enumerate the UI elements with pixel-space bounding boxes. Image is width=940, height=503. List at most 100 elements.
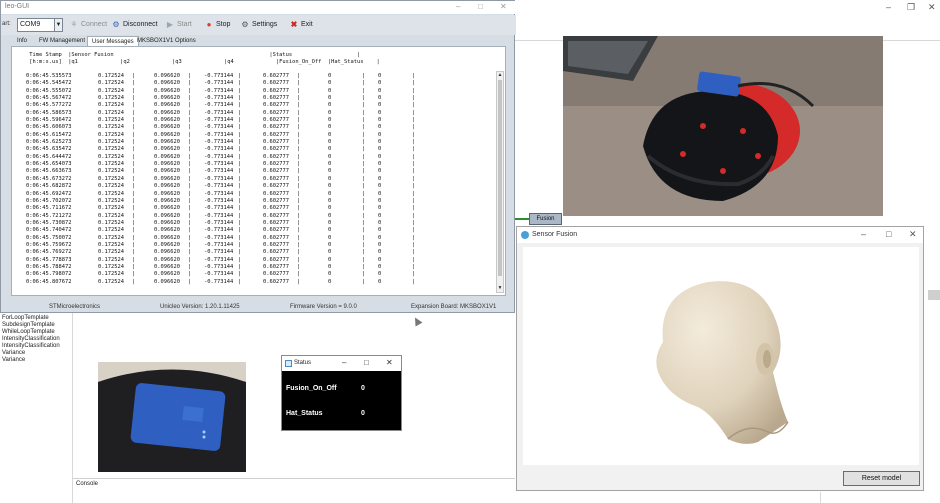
table-row: 0:06:45.682872 0.172524 | 0.096620 | -0.77314… bbox=[26, 183, 496, 190]
table-cell: 0 bbox=[328, 205, 332, 212]
minimize-icon[interactable]: – bbox=[342, 358, 346, 367]
table-cell: 0 bbox=[328, 190, 332, 197]
column-separator: | bbox=[188, 256, 192, 263]
button-label: Connect bbox=[81, 21, 108, 28]
device-image bbox=[98, 362, 246, 472]
table-cell: 0:06:45.663673 bbox=[26, 168, 72, 175]
maximize-icon[interactable]: □ bbox=[886, 229, 891, 239]
tree-item[interactable]: SubdesignTemplate bbox=[2, 322, 72, 329]
close-icon[interactable]: ✕ bbox=[500, 2, 507, 11]
column-separator: | bbox=[297, 102, 301, 109]
scroll-thumb[interactable] bbox=[498, 80, 502, 276]
scroll-down-icon[interactable]: ▼ bbox=[497, 285, 503, 292]
fusion-node[interactable]: Fusion bbox=[529, 213, 562, 225]
table-cell: 0 bbox=[378, 168, 382, 175]
table-cell: 0.602777 bbox=[263, 87, 289, 94]
column-separator: | bbox=[362, 197, 366, 204]
column-separator: | bbox=[238, 161, 242, 168]
connect-button[interactable]: ⚘ Connect bbox=[67, 17, 107, 33]
minimize-icon[interactable]: – bbox=[886, 2, 891, 12]
tab-info[interactable]: Info bbox=[13, 36, 31, 46]
table-cell: 0.096620 bbox=[154, 256, 180, 263]
table-cell: 0.602777 bbox=[263, 263, 289, 270]
app-icon bbox=[521, 231, 529, 239]
tree-item[interactable]: WhileLoopTemplate bbox=[2, 329, 72, 336]
table-cell: 0 bbox=[378, 175, 382, 182]
table-cell: 0.096620 bbox=[154, 183, 180, 190]
console-label[interactable]: Console bbox=[76, 481, 98, 487]
stop-button[interactable]: ● Stop bbox=[202, 17, 231, 33]
column-separator: | bbox=[297, 278, 301, 285]
chevron-down-icon[interactable]: ▼ bbox=[54, 19, 62, 31]
table-cell: 0 bbox=[378, 212, 382, 219]
table-cell: 0.096620 bbox=[154, 161, 180, 168]
3d-model-view[interactable] bbox=[523, 247, 919, 465]
table-row: 0:06:45.740472 0.172524 | 0.096620 | -0.77314… bbox=[26, 227, 496, 234]
table-cell: 0:06:45.798072 bbox=[26, 271, 72, 278]
column-separator: | bbox=[412, 241, 416, 248]
column-separator: | bbox=[188, 271, 192, 278]
table-cell: -0.773144 bbox=[204, 241, 234, 248]
tree-item[interactable]: Variance bbox=[2, 357, 72, 364]
gui-titlebar: leo-GUI – □ ✕ bbox=[1, 1, 516, 14]
restore-icon[interactable]: ❐ bbox=[907, 2, 915, 13]
divider bbox=[72, 313, 73, 503]
table-cell: 0 bbox=[328, 271, 332, 278]
fusion-on-off-label: Fusion_On_Off bbox=[286, 385, 337, 392]
tree-item[interactable]: Variance bbox=[2, 350, 72, 357]
table-cell: 0.096620 bbox=[154, 153, 180, 160]
table-cell: 0 bbox=[328, 117, 332, 124]
table-cell: 0.172524 bbox=[98, 117, 124, 124]
settings-button[interactable]: ⚙ Settings bbox=[238, 17, 277, 33]
tree-item[interactable]: IntensityClassification bbox=[2, 343, 72, 350]
column-separator: | bbox=[362, 278, 366, 285]
column-separator: | bbox=[412, 139, 416, 146]
column-separator: | bbox=[362, 190, 366, 197]
table-cell: 0 bbox=[328, 263, 332, 270]
disconnect-button[interactable]: ⚙ Disconnect bbox=[109, 17, 157, 33]
tree-item[interactable]: IntensityClassification bbox=[2, 336, 72, 343]
maximize-icon[interactable]: □ bbox=[478, 2, 483, 11]
column-separator: | bbox=[412, 249, 416, 256]
column-separator: | bbox=[362, 161, 366, 168]
table-cell: 0 bbox=[378, 95, 382, 102]
close-icon[interactable]: ✕ bbox=[909, 229, 917, 240]
scroll-up-icon[interactable]: ▲ bbox=[497, 72, 503, 79]
column-separator: | bbox=[362, 153, 366, 160]
minimize-icon[interactable]: – bbox=[861, 229, 866, 239]
table-cell: -0.773144 bbox=[204, 117, 234, 124]
column-separator: | bbox=[238, 197, 242, 204]
table-cell: 0 bbox=[378, 183, 382, 190]
fusion-on-off-value: 0 bbox=[361, 385, 365, 392]
column-separator: | bbox=[238, 241, 242, 248]
close-icon[interactable]: ✕ bbox=[386, 358, 393, 367]
table-cell: 0:06:45.778873 bbox=[26, 256, 72, 263]
tab-user-messages[interactable]: User Messages bbox=[87, 36, 139, 46]
vertical-scrollbar[interactable]: ▲ ▼ bbox=[496, 71, 504, 293]
webcam-view bbox=[563, 36, 883, 216]
column-separator: | bbox=[188, 109, 192, 116]
reset-model-button[interactable]: Reset model bbox=[843, 471, 920, 486]
console-panel: Console bbox=[73, 478, 515, 503]
tree-item[interactable]: ForLoopTemplate bbox=[2, 315, 72, 322]
start-button[interactable]: ▶ Start bbox=[163, 17, 192, 33]
tab-fw-management[interactable]: FW Management bbox=[35, 36, 89, 46]
table-cell: 0.096620 bbox=[154, 190, 180, 197]
column-separator: | bbox=[362, 175, 366, 182]
table-cell: 0 bbox=[328, 139, 332, 146]
table-cell: -0.773144 bbox=[204, 131, 234, 138]
tab-mksbox1v1-options[interactable]: MKSBOX1V1 Options bbox=[133, 36, 200, 46]
exit-button[interactable]: ✖ Exit bbox=[287, 17, 313, 33]
close-icon[interactable]: ✕ bbox=[928, 2, 936, 13]
column-separator: | bbox=[132, 124, 136, 131]
table-cell: 0.096620 bbox=[154, 139, 180, 146]
maximize-icon[interactable]: □ bbox=[364, 358, 369, 367]
table-cell: 0.172524 bbox=[98, 212, 124, 219]
minimize-icon[interactable]: – bbox=[456, 2, 460, 11]
status-title: Status bbox=[294, 360, 312, 366]
port-select[interactable]: COM9 ▼ bbox=[17, 18, 63, 32]
divider bbox=[820, 492, 821, 503]
column-separator: | bbox=[297, 139, 301, 146]
column-separator: | bbox=[412, 212, 416, 219]
table-cell: 0.172524 bbox=[98, 139, 124, 146]
